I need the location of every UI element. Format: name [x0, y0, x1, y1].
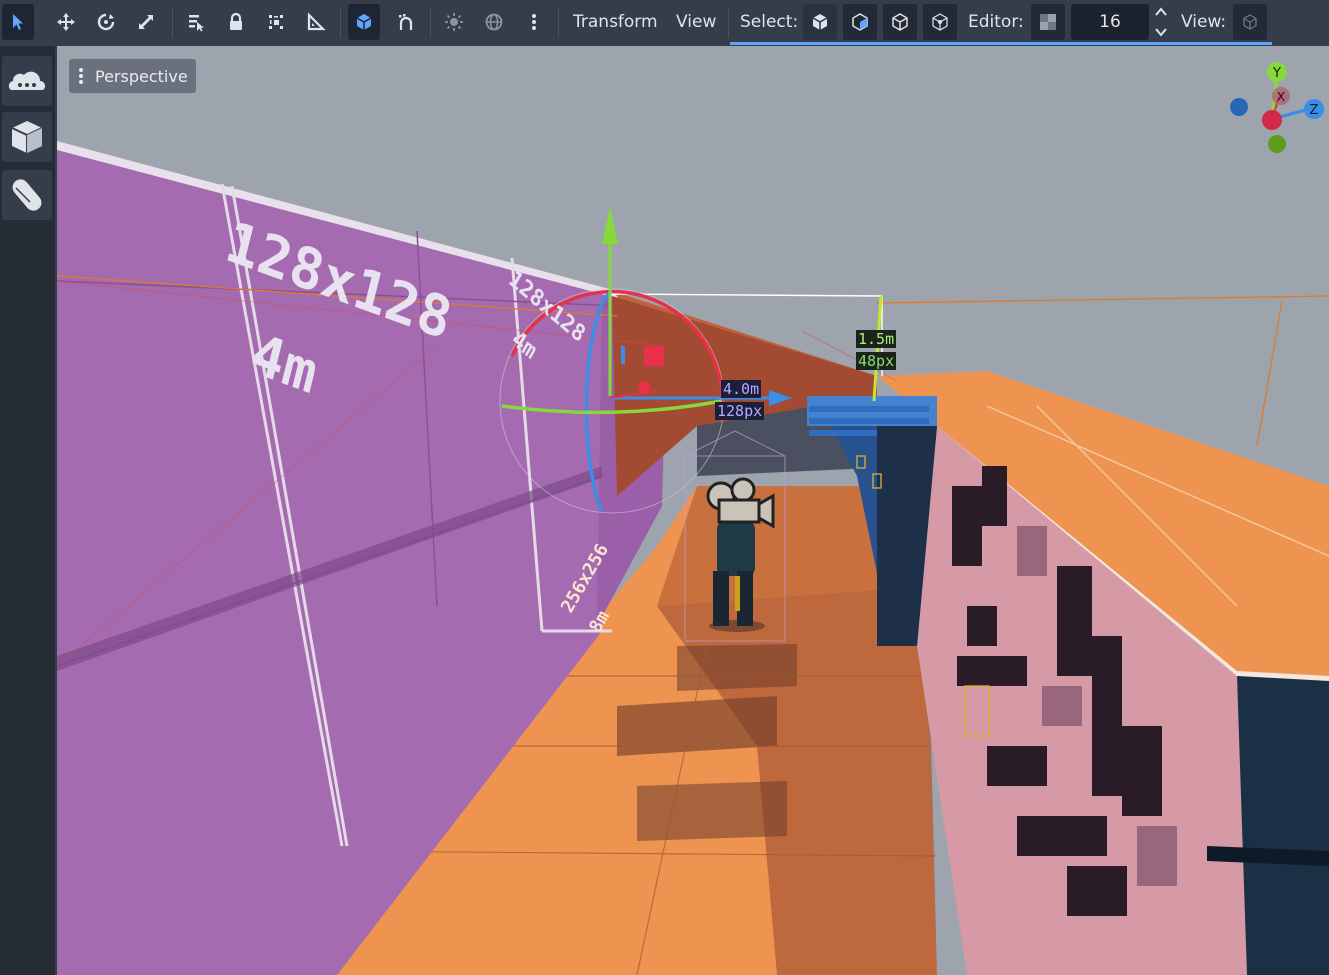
cube-vertex-icon	[932, 13, 948, 31]
select-mode-edge-button[interactable]	[883, 4, 917, 40]
preview-sun-button[interactable]	[438, 4, 470, 40]
snap-size-input[interactable]: 16	[1071, 4, 1149, 40]
transform-menu[interactable]: Transform	[573, 12, 658, 32]
more-options-button[interactable]	[518, 4, 550, 40]
lock-button[interactable]	[220, 4, 252, 40]
cube-icon	[11, 121, 43, 153]
left-toolbar	[0, 46, 55, 975]
select-label: Select:	[740, 12, 799, 32]
rotate-icon	[97, 13, 115, 31]
local-space-button[interactable]	[348, 4, 380, 40]
perspective-label: Perspective	[95, 66, 188, 86]
move-icon	[57, 13, 75, 31]
move-tool-button[interactable]	[50, 4, 82, 40]
toolbar-section-underline	[730, 42, 1272, 45]
capsule-button[interactable]	[2, 170, 52, 220]
local-space-cube-icon	[356, 14, 372, 30]
select-mode-face-button[interactable]	[843, 4, 877, 40]
snap-size-spinner[interactable]	[1152, 4, 1170, 40]
list-select-button[interactable]	[180, 4, 212, 40]
rotate-tool-button[interactable]	[90, 4, 122, 40]
globe-icon	[485, 13, 503, 31]
editor-grid-button[interactable]	[1031, 4, 1065, 40]
select-tool-button[interactable]	[2, 4, 34, 40]
ruler-icon	[307, 12, 326, 31]
cube-icon	[812, 14, 828, 30]
capsule-icon	[12, 179, 42, 211]
group-button[interactable]	[260, 4, 292, 40]
dimension-meters-a: 1.5m	[856, 330, 897, 348]
cloud-sky-button[interactable]	[2, 56, 52, 106]
group-icon	[269, 15, 283, 29]
dimension-pixels-b: 128px	[715, 402, 765, 420]
preview-environment-button[interactable]	[478, 4, 510, 40]
list-select-icon	[189, 15, 204, 32]
editor-label: Editor:	[968, 12, 1024, 32]
scale-icon	[139, 15, 153, 29]
main-toolbar: Transform View Select: Editor: 16 View:	[0, 0, 1329, 46]
scene-render	[57, 46, 1329, 975]
cube-face-icon	[852, 13, 868, 31]
view-mode-button[interactable]	[1233, 4, 1267, 40]
gizmo-label-z: Z	[1310, 103, 1319, 118]
snap-button[interactable]	[390, 4, 422, 40]
cursor-arrow-icon	[13, 14, 23, 30]
select-mode-all-button[interactable]	[803, 4, 837, 40]
cube-edge-icon	[892, 13, 908, 31]
vertical-dots-icon	[79, 68, 83, 84]
dimension-pixels-a: 48px	[856, 352, 897, 370]
view-label: View:	[1181, 12, 1227, 32]
ruler-button[interactable]	[300, 4, 332, 40]
spinner-arrows-icon	[1155, 7, 1167, 37]
perspective-menu-button[interactable]: Perspective	[69, 59, 196, 93]
orientation-gizmo[interactable]: Y X Z	[1217, 56, 1327, 166]
cloud-icon	[8, 71, 46, 90]
cube-outline-icon	[1243, 14, 1257, 30]
scale-tool-button[interactable]	[130, 4, 162, 40]
checker-grid-icon	[1040, 14, 1056, 30]
gizmo-neg-y-icon[interactable]	[1268, 135, 1286, 153]
sun-icon	[445, 13, 463, 31]
gizmo-neg-z-icon[interactable]	[1230, 98, 1248, 116]
gizmo-label-x: X	[1277, 90, 1285, 104]
gizmo-label-y: Y	[1272, 66, 1281, 81]
lock-icon	[230, 12, 242, 30]
select-mode-vertex-button[interactable]	[923, 4, 957, 40]
cube-mesh-button[interactable]	[2, 112, 52, 162]
dimension-meters-b: 4.0m	[721, 380, 762, 398]
vertical-dots-icon	[532, 14, 536, 30]
3d-viewport[interactable]: 128x128 4m 128x128 4m 256x256 8m 1.5m 48…	[57, 46, 1329, 975]
snap-magnet-icon	[399, 14, 413, 30]
view-menu[interactable]: View	[676, 12, 716, 32]
gizmo-neg-x-icon[interactable]	[1262, 110, 1282, 130]
